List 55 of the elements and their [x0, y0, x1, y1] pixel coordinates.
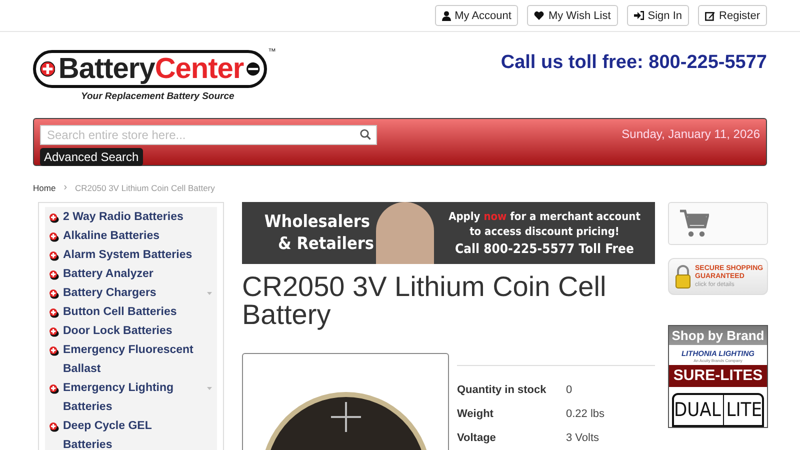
spec-label: Weight — [457, 407, 494, 422]
battery-bullet-icon — [49, 289, 59, 299]
cart-icon — [679, 208, 709, 238]
category-link[interactable]: Battery Chargers — [63, 284, 203, 303]
battery-bullet-icon — [49, 251, 59, 261]
heart-icon — [534, 11, 544, 20]
category-link[interactable]: Emergency Fluorescent Ballast — [63, 341, 203, 379]
top-link[interactable]: My Wish List — [527, 5, 618, 26]
category-link[interactable]: Battery Analyzer — [63, 265, 203, 284]
brand-logo[interactable]: SURE-LITES — [669, 365, 767, 387]
battery-bullet-icon — [49, 232, 59, 242]
advanced-search-button[interactable]: Advanced Search — [40, 148, 143, 166]
top-link[interactable]: My Account — [434, 5, 518, 26]
search-icon[interactable] — [360, 129, 371, 140]
battery-bullet-icon — [49, 422, 59, 432]
top-link[interactable]: Register — [698, 5, 767, 26]
breadcrumb-separator: › — [64, 182, 68, 193]
category-link[interactable]: Door Lock Batteries — [63, 322, 203, 341]
promo-text: Apply now for a merchant account — [448, 209, 642, 224]
product-title: CR2050 3V Lithium Coin Cell Battery — [242, 273, 608, 329]
promo-banner[interactable]: Wholesalers & Retailers Apply now for a merchant account to access discount pricing! Call 800-225-5577 Toll Free — [242, 202, 655, 264]
battery-bullet-icon — [49, 346, 59, 356]
spec-value: 0.22 lbs — [566, 407, 605, 422]
spec-value: 3 Volts — [566, 431, 600, 446]
spec-label: Quantity in stock — [457, 383, 548, 398]
promo-phone: Call 800-225-5577 Toll Free — [454, 242, 635, 257]
current-date: Sunday, January 11, 2026 — [622, 127, 760, 143]
sign-in-icon — [634, 11, 644, 20]
user-icon — [442, 10, 451, 20]
spec-label: Voltage — [457, 431, 497, 446]
battery-bullet-icon — [49, 213, 59, 223]
category-link[interactable]: Button Cell Batteries — [63, 303, 203, 322]
brand-logo[interactable]: DUAL LITE — [672, 393, 764, 427]
category-link[interactable]: Deep Cycle GEL Batteries — [63, 417, 203, 450]
toll-free-phone: Call us toll free: 800-225-5577 — [500, 52, 767, 74]
category-link[interactable]: Alkaline Batteries — [63, 227, 203, 246]
photo-placeholder — [376, 202, 434, 264]
search-field[interactable]: Search entire store here... — [40, 125, 377, 145]
top-link[interactable]: Sign In — [626, 5, 690, 26]
category-link[interactable]: Emergency Lighting Batteries — [63, 379, 203, 417]
spec-value: 0 — [566, 383, 572, 398]
cart-button[interactable] — [668, 202, 768, 245]
edit-icon — [705, 10, 716, 20]
promo-headline: Wholesalers — [263, 211, 370, 233]
promo-headline: & Retailers — [277, 233, 374, 255]
battery-bullet-icon — [49, 384, 59, 394]
battery-bullet-icon — [49, 327, 59, 337]
breadcrumb-link[interactable]: Home — [33, 182, 56, 192]
battery-bullet-icon — [49, 308, 59, 318]
category-link[interactable]: 2 Way Radio Batteries — [63, 208, 203, 227]
category-link[interactable]: Alarm System Batteries — [63, 246, 203, 265]
promo-text: to access discount pricing! — [468, 224, 620, 239]
padlock-icon — [675, 264, 691, 288]
brand-panel-title: Shop by Brand — [669, 326, 767, 345]
battery-bullet-icon — [49, 270, 59, 280]
